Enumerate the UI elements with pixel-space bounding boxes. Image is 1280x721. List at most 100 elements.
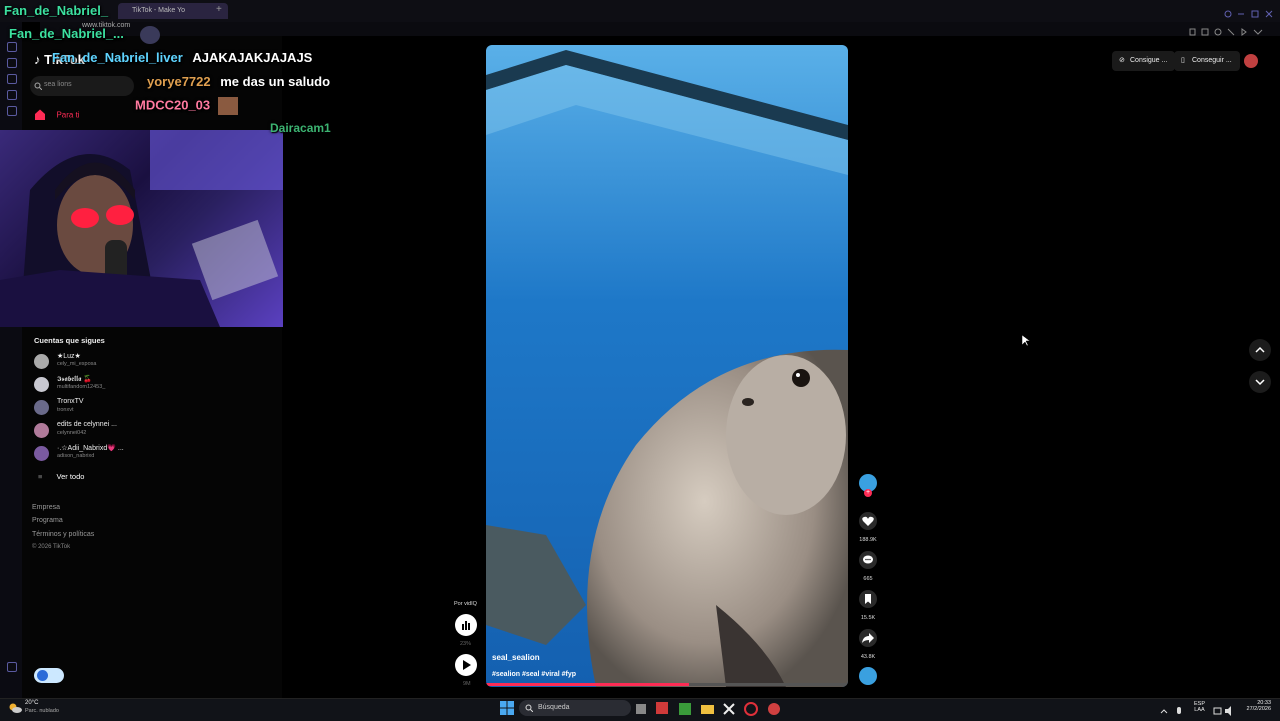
tray-icons[interactable]	[1158, 703, 1188, 714]
system-tray-status[interactable]	[1213, 703, 1239, 716]
nav-para-ti[interactable]: Para ti	[34, 106, 80, 124]
music-disc-icon[interactable]	[859, 667, 877, 685]
see-all-link[interactable]: ≡ Ver todo	[38, 472, 84, 481]
like-count: 188.9K	[859, 537, 877, 543]
taskbar-search-label: Búsqueda	[538, 704, 570, 711]
weather-desc[interactable]: Parc. nublado	[25, 708, 59, 714]
overlay-channel-name: Fan_de_Nabriel_	[4, 3, 109, 18]
next-video-button[interactable]	[1249, 371, 1271, 393]
avatar	[34, 400, 49, 415]
rail-icon[interactable]	[7, 90, 17, 100]
save-button[interactable]	[859, 590, 877, 608]
windows-start-icon[interactable]	[500, 701, 514, 715]
nav-para-ti-label: Para ti	[56, 110, 80, 120]
comment-count: 665	[863, 576, 873, 582]
chat-user: yorye7722	[147, 74, 211, 89]
following-username: multifandom12453_	[57, 384, 106, 390]
chevron-down-icon	[1255, 379, 1265, 386]
list-icon: ≡	[38, 472, 43, 481]
follow-plus-icon[interactable]: +	[864, 489, 872, 497]
language-indicator[interactable]: ESP LAA	[1194, 701, 1205, 713]
webcam-overlay	[0, 130, 283, 327]
clock[interactable]: 20:33 27/2/2026	[1243, 700, 1271, 712]
weather-temp[interactable]: 20°C	[25, 700, 38, 706]
video-hashtags[interactable]: #sealion #seal #viral #fyp	[492, 671, 576, 678]
like-button[interactable]	[859, 512, 877, 530]
lang-layout: LAA	[1194, 707, 1205, 713]
search-icon	[34, 82, 42, 90]
rail-icon[interactable]	[7, 42, 17, 52]
rail-icon[interactable]	[7, 74, 17, 84]
address-bar[interactable]	[40, 22, 1280, 36]
see-all-label: Ver todo	[56, 472, 85, 481]
following-username: adison_nabrixd	[57, 453, 95, 459]
vidiq-label: Por vidIQ	[454, 601, 477, 607]
avatar	[34, 446, 49, 461]
following-name: edits de celynnei ...	[57, 421, 117, 428]
mouse-cursor-icon	[1022, 335, 1030, 347]
footer-link-terminos[interactable]: Términos y políticas	[32, 531, 94, 538]
taskbar-pinned-apps[interactable]	[636, 702, 786, 716]
author-avatar[interactable]: +	[859, 474, 877, 497]
toggle-widget[interactable]	[34, 668, 64, 683]
taskbar-search[interactable]: Búsqueda	[519, 700, 631, 716]
share-count: 43.8K	[860, 654, 876, 660]
stats-button[interactable]	[455, 614, 477, 636]
bookmark-icon	[865, 594, 871, 604]
get-app-label: Conseguir ...	[1192, 57, 1232, 64]
home-icon	[35, 109, 45, 121]
share-button[interactable]	[859, 629, 877, 647]
rail-icon[interactable]	[7, 662, 17, 672]
following-title: Cuentas que sigues	[34, 336, 105, 345]
vidiq-percent: 23%	[460, 641, 472, 647]
rail-icon[interactable]	[7, 58, 17, 68]
clock-date: 27/2/2026	[1246, 706, 1271, 712]
weather-icon[interactable]	[8, 701, 22, 713]
following-username: tronxvt	[57, 407, 74, 413]
footer-link-empresa[interactable]: Empresa	[32, 504, 60, 511]
profile-avatar[interactable]	[1244, 54, 1258, 68]
play-icon	[463, 660, 471, 670]
chat-user: Fan_de_Nabriel_liver	[52, 50, 183, 65]
chat-line: yorye7722 me das un saludo	[147, 74, 330, 89]
get-app-button[interactable]: ▯ Conseguir ...	[1174, 51, 1240, 71]
following-name: ·.☆Adii_Nabrixd💗 ...	[57, 445, 124, 452]
video-player[interactable]: seal_sealion #sealion #seal #viral #fyp	[486, 45, 848, 687]
search-icon	[525, 704, 533, 712]
rail-icon[interactable]	[7, 106, 17, 116]
chat-message: me das un saludo	[220, 74, 331, 89]
following-name: 𝕴𝖘𝖆𝖇𝖊𝖑𝖑𝖆 🍒	[57, 376, 93, 383]
play-button[interactable]	[455, 654, 477, 676]
progress-fill	[486, 683, 689, 686]
chat-line: MDCC20_03	[135, 97, 238, 115]
footer-link-programa[interactable]: Programa	[32, 517, 63, 524]
browser-tab[interactable]: TikTok - Make Yo	[118, 3, 228, 19]
avatar	[34, 377, 49, 392]
overlay-avatar	[140, 26, 160, 44]
sea-lion-video-frame	[486, 45, 848, 687]
comment-button[interactable]	[859, 551, 877, 569]
chat-user: Dairacam1	[270, 121, 331, 135]
video-author[interactable]: seal_sealion	[492, 653, 540, 662]
avatar	[34, 423, 49, 438]
window-controls[interactable]	[1224, 6, 1274, 18]
browser-toolbar-icons[interactable]	[1188, 24, 1268, 36]
following-name: TronxTV	[57, 398, 84, 405]
new-tab-button[interactable]: +	[216, 4, 222, 15]
browser-tab-strip: TikTok - Make Yo +	[0, 0, 1280, 22]
browser-sidebar-rail	[0, 22, 22, 698]
save-count: 15.5K	[860, 615, 876, 621]
avatar	[34, 354, 49, 369]
following-name: ★Luz★	[57, 353, 81, 360]
streamer-webcam-image	[0, 130, 283, 327]
search-input[interactable]: sea lions	[30, 76, 134, 96]
previous-video-button[interactable]	[1249, 339, 1271, 361]
following-username: celynnei042	[57, 430, 87, 436]
search-placeholder: sea lions	[44, 81, 72, 88]
progress-track[interactable]	[486, 683, 848, 686]
chat-user: MDCC20_03	[135, 97, 211, 113]
chat-message: AJAKAJAKJAJAJS	[192, 50, 313, 65]
get-coins-button[interactable]: ⊘ Consigue ...	[1112, 51, 1176, 71]
overlay-channel-name-2: Fan_de_Nabriel_...	[9, 26, 124, 41]
coin-icon: ⊘	[1119, 57, 1125, 64]
